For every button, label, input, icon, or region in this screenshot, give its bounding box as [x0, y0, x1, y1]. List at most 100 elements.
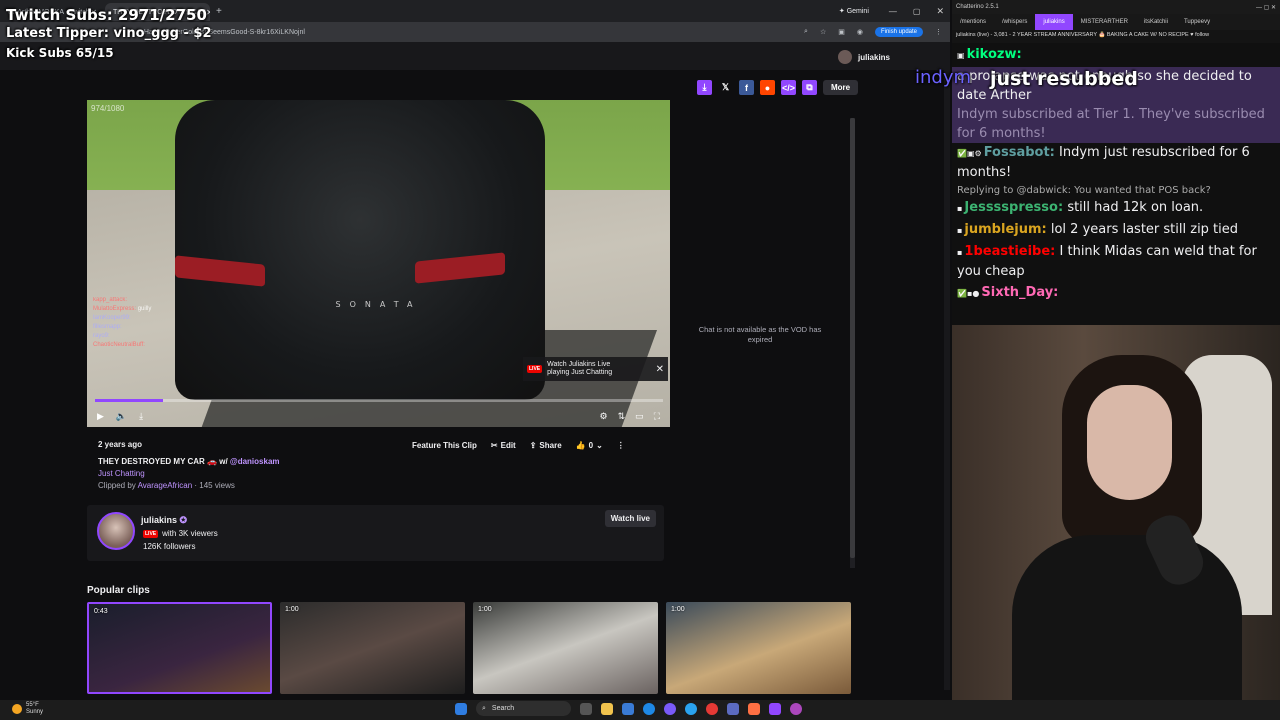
download-icon[interactable]: ⤓: [139, 411, 143, 422]
maximize-icon[interactable]: ▢: [913, 7, 921, 16]
tab-itskatchii[interactable]: itsKatchii: [1136, 14, 1176, 30]
reddit-icon[interactable]: ●: [760, 80, 775, 95]
follow-button[interactable]: follow: [1195, 32, 1209, 38]
video-progress-bar[interactable]: [95, 399, 663, 402]
badge-icon: ✅▪●: [957, 289, 980, 298]
clip-thumbnail[interactable]: 1:00: [666, 602, 851, 694]
sub-notification: Indym subscribed at Tier 1. They've subs…: [952, 105, 1280, 143]
clip-thumbnail[interactable]: 1:00: [280, 602, 465, 694]
car-image: [175, 100, 545, 400]
facebook-icon[interactable]: f: [739, 80, 754, 95]
file-explorer-icon[interactable]: [601, 702, 613, 715]
page-scrollbar[interactable]: [944, 70, 950, 690]
more-options-icon[interactable]: ⋮: [617, 441, 625, 450]
windows-start-icon[interactable]: [455, 702, 467, 715]
clip-date: 2 years ago: [98, 440, 143, 449]
chat-username[interactable]: kikozw:: [967, 47, 1022, 62]
finish-update-button[interactable]: Finish update: [874, 27, 923, 37]
watch-live-button[interactable]: Watch live: [604, 510, 656, 527]
badge-icon: ▪: [957, 226, 963, 235]
live-badge: LIVE: [527, 365, 543, 373]
person-face: [1087, 385, 1172, 500]
gemini-button[interactable]: ✦ Gemini: [839, 7, 869, 15]
clipper-link[interactable]: AvarageAfrican: [138, 481, 193, 490]
edit-button[interactable]: ✂ Edit: [491, 441, 516, 450]
badge-icon: ▣: [957, 51, 965, 60]
chat-username[interactable]: Fossabot:: [984, 145, 1055, 160]
profile-icon[interactable]: ◉: [857, 28, 863, 36]
username: juliakins: [857, 52, 890, 62]
star-icon[interactable]: ☆: [820, 28, 826, 36]
share-button[interactable]: ⇪ Share: [530, 441, 562, 450]
scroll-thumb[interactable]: [850, 118, 855, 558]
chat-message: ▣ kikozw:: [957, 45, 1275, 65]
edge-icon[interactable]: [643, 702, 655, 715]
x-twitter-icon[interactable]: 𝕏: [718, 80, 733, 95]
watch-live-popup[interactable]: LIVE Watch Juliakins Live playing Just C…: [523, 357, 668, 381]
play-icon[interactable]: ▶: [97, 411, 104, 422]
window-controls[interactable]: — ▢ ✕: [1256, 4, 1276, 11]
twitch-icon[interactable]: [769, 702, 781, 715]
progress-fill: [95, 399, 164, 402]
clip-thumbnail[interactable]: 1:00: [473, 602, 658, 694]
menu-icon[interactable]: ⋮: [935, 28, 942, 36]
tab-tuppeevy[interactable]: Tuppeevy: [1176, 14, 1218, 30]
channel-name[interactable]: juliakins ✪: [141, 515, 187, 526]
chat-username[interactable]: Sixth_Day:: [981, 285, 1058, 300]
close-icon[interactable]: ✕: [656, 364, 664, 375]
more-button[interactable]: More: [823, 80, 859, 95]
feature-clip-button[interactable]: Feature This Clip: [412, 441, 477, 450]
clip-duration: 1:00: [285, 606, 299, 613]
browser-window: o7 Arther MONKA - Twitch ✕ THEY DESTROYED…: [0, 0, 950, 700]
chat-text: Indym subscribed at Tier 1. They've subs…: [957, 107, 1265, 141]
app-icon[interactable]: [748, 702, 760, 715]
chat-scrollbar[interactable]: [850, 118, 855, 568]
weather-condition: Sunny: [26, 709, 44, 715]
badge-icon: ✅▣⚙: [957, 149, 982, 158]
car-brand-text: SONATA: [335, 300, 422, 309]
reply-context[interactable]: Replying to @dabwick: You wanted that PO…: [957, 184, 1275, 198]
search-icon[interactable]: ⌕: [804, 28, 808, 36]
like-button[interactable]: 👍 0 ⌄: [576, 441, 603, 450]
person-shirt: [1012, 535, 1242, 700]
chat-text: lol 2 years laster still zip tied: [1050, 222, 1239, 237]
fullscreen-icon[interactable]: ⛶: [654, 411, 660, 422]
app-icon[interactable]: [790, 702, 802, 715]
task-view-icon[interactable]: [580, 702, 592, 715]
channel-avatar[interactable]: [97, 512, 135, 550]
user-menu[interactable]: juliakins: [837, 50, 890, 64]
theater-mode-icon[interactable]: ▭: [635, 411, 644, 422]
app-icon[interactable]: [727, 702, 739, 715]
copy-link-icon[interactable]: ⧉: [802, 80, 817, 95]
clip-thumbnail[interactable]: 0:43: [87, 602, 272, 694]
tab-misterarther[interactable]: MISTERARTHER: [1073, 14, 1136, 30]
category-link[interactable]: Just Chatting: [98, 469, 280, 478]
browser-icon[interactable]: [685, 702, 697, 715]
weather-widget[interactable]: 55°F Sunny: [12, 702, 43, 716]
collab-link[interactable]: @danioskam: [230, 457, 280, 466]
stream-title: juliakins (live) - 3,081 - 2 YEAR STREAM…: [956, 32, 1194, 38]
share-row: ⤓ 𝕏 f ● </> ⧉ More: [697, 80, 859, 95]
chat-username[interactable]: 1beastieibe:: [964, 244, 1055, 259]
settings-icon[interactable]: ⚙: [600, 411, 608, 422]
chat-username[interactable]: jumblejum:: [964, 222, 1046, 237]
store-icon[interactable]: [622, 702, 634, 715]
gemini-label: Gemini: [846, 8, 869, 15]
chrome-icon[interactable]: [706, 702, 718, 715]
vod-chat-message: Chat is not available as the VOD has exp…: [698, 325, 822, 344]
tab-mentions[interactable]: /mentions: [952, 14, 994, 30]
tab-juliakins[interactable]: juliakins: [1035, 14, 1073, 30]
window-close-icon[interactable]: ✕: [936, 6, 944, 17]
clip-icon[interactable]: ⇅: [618, 411, 626, 422]
tab-whispers[interactable]: /whispers: [994, 14, 1035, 30]
new-tab-icon[interactable]: +: [216, 6, 222, 17]
extension-icon[interactable]: ▣: [838, 28, 845, 36]
overlay-chat-user: kapp_attack:: [93, 297, 128, 303]
download-icon[interactable]: ⤓: [697, 80, 712, 95]
minimize-icon[interactable]: —: [889, 7, 897, 16]
volume-icon[interactable]: 🔈: [116, 411, 127, 422]
embed-icon[interactable]: </>: [781, 80, 796, 95]
taskbar-search[interactable]: ⌕ Search: [476, 701, 571, 716]
chat-username[interactable]: Jesssspresso:: [964, 200, 1063, 215]
discord-icon[interactable]: [664, 702, 676, 715]
